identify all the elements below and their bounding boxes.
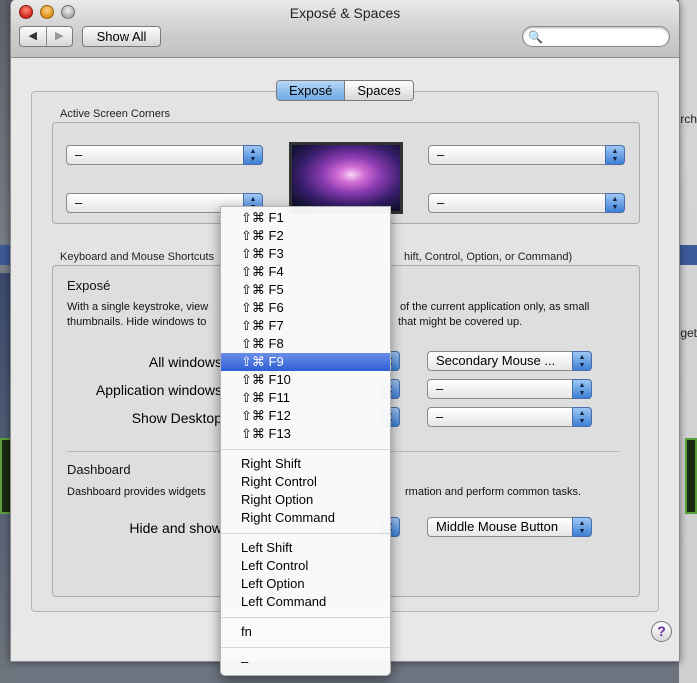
menu-separator	[221, 617, 390, 618]
menu-item[interactable]: Right Option	[221, 491, 390, 509]
all-windows-mouse-value: Secondary Mouse ...	[436, 353, 556, 368]
forward-button[interactable]: ▶	[45, 27, 73, 46]
menu-item[interactable]: ⇧⌘ F5	[221, 281, 390, 299]
menu-item[interactable]: Left Command	[221, 593, 390, 611]
search-icon: 🔍	[528, 30, 543, 44]
expose-description: thumbnails. Hide windows to	[67, 316, 207, 328]
background-text: get	[680, 326, 697, 340]
menu-item[interactable]: ⇧⌘ F8	[221, 335, 390, 353]
background-strip	[679, 245, 697, 265]
menu-item[interactable]: ⇧⌘ F7	[221, 317, 390, 335]
screen-preview-image	[289, 142, 403, 214]
window-title: Exposé & Spaces	[289, 5, 401, 21]
corner-top-right-popup[interactable]: – ▲ ▼	[428, 145, 625, 165]
menu-item[interactable]: Right Control	[221, 473, 390, 491]
popup-arrows-icon: ▲▼	[572, 517, 592, 537]
back-button[interactable]: ◀	[20, 27, 46, 46]
background-thumbnail	[685, 438, 697, 514]
hide-and-show-label: Hide and show	[129, 520, 222, 536]
menu-item[interactable]: ⇧⌘ F1	[221, 209, 390, 227]
all-windows-mouse-popup[interactable]: Secondary Mouse ... ▲ ▼	[427, 351, 592, 371]
menu-item[interactable]: Right Shift	[221, 455, 390, 473]
background-right	[679, 0, 697, 683]
dashboard-description: rmation and perform common tasks.	[405, 486, 582, 498]
menu-item[interactable]: ⇧⌘ F11	[221, 389, 390, 407]
dashboard-mouse-popup[interactable]: Middle Mouse Button ▲ ▼	[427, 517, 592, 537]
expose-description: that might be covered up.	[398, 316, 523, 328]
corner-bottom-right-value: –	[437, 195, 445, 210]
help-button[interactable]: ?	[651, 621, 672, 642]
corner-top-left-popup[interactable]: – ▲ ▼	[66, 145, 263, 165]
menu-item[interactable]: Left Option	[221, 575, 390, 593]
corners-label: Active Screen Corners	[60, 108, 171, 120]
menu-item[interactable]: ⇧⌘ F12	[221, 407, 390, 425]
corner-bottom-right-popup[interactable]: – ▲ ▼	[428, 193, 625, 213]
menu-separator	[221, 647, 390, 648]
show-desktop-label: Show Desktop	[131, 410, 222, 426]
titlebar: Exposé & Spaces ◀ ▶ Show All 🔍	[11, 0, 679, 58]
menu-item[interactable]: ⇧⌘ F13	[221, 425, 390, 443]
popup-arrows-icon: ▲▼	[243, 145, 263, 165]
navigation-buttons: ◀ ▶	[19, 26, 73, 47]
show-desktop-mouse-popup[interactable]: – ▲ ▼	[427, 407, 592, 427]
show-desktop-mouse-value: –	[436, 409, 444, 424]
dashboard-section-title: Dashboard	[67, 462, 131, 477]
shortcut-popup-menu: ⇧⌘ F1 ⇧⌘ F2 ⇧⌘ F3 ⇧⌘ F4 ⇧⌘ F5 ⇧⌘ F6 ⇧⌘ F…	[220, 206, 391, 676]
corner-top-left-value: –	[75, 147, 83, 162]
menu-item[interactable]: ⇧⌘ F3	[221, 245, 390, 263]
all-windows-label: All windows	[148, 354, 222, 370]
shortcuts-label: Keyboard and Mouse Shortcuts	[60, 251, 215, 263]
tab-spaces[interactable]: Spaces	[344, 81, 413, 100]
menu-item[interactable]: Left Shift	[221, 539, 390, 557]
corner-top-right-value: –	[437, 147, 445, 162]
menu-separator	[221, 533, 390, 534]
application-windows-mouse-popup[interactable]: – ▲ ▼	[427, 379, 592, 399]
popup-arrows-icon: ▲▼	[572, 379, 592, 399]
application-windows-label: Application windows	[95, 382, 222, 398]
show-all-button[interactable]: Show All	[82, 26, 161, 47]
corner-bottom-left-value: –	[75, 195, 83, 210]
expose-section-title: Exposé	[67, 278, 111, 293]
menu-item[interactable]: ⇧⌘ F2	[221, 227, 390, 245]
popup-arrows-icon: ▲▼	[605, 145, 625, 165]
menu-separator	[221, 449, 390, 450]
menu-item[interactable]: fn	[221, 623, 390, 641]
search-field[interactable]: 🔍	[522, 26, 670, 47]
application-windows-mouse-value: –	[436, 381, 444, 396]
dashboard-mouse-value: Middle Mouse Button	[436, 519, 559, 534]
tab-bar: Exposé Spaces	[276, 80, 414, 101]
expose-description: of the current application only, as smal…	[400, 301, 590, 313]
menu-item[interactable]: Right Command	[221, 509, 390, 527]
popup-arrows-icon: ▲▼	[572, 351, 592, 371]
dashboard-description: Dashboard provides widgets	[67, 486, 206, 498]
menu-item[interactable]: ⇧⌘ F10	[221, 371, 390, 389]
popup-arrows-icon: ▲▼	[572, 407, 592, 427]
shortcuts-label-tail: hift, Control, Option, or Command)	[404, 251, 573, 263]
expose-description: With a single keystroke, view	[67, 301, 209, 313]
menu-item[interactable]: –	[221, 653, 390, 671]
menu-item[interactable]: ⇧⌘ F6	[221, 299, 390, 317]
menu-item[interactable]: Left Control	[221, 557, 390, 575]
tab-expose[interactable]: Exposé	[277, 81, 345, 100]
popup-arrows-icon: ▲▼	[605, 193, 625, 213]
menu-item-selected[interactable]: ⇧⌘ F9	[221, 353, 390, 371]
menu-item[interactable]: ⇧⌘ F4	[221, 263, 390, 281]
